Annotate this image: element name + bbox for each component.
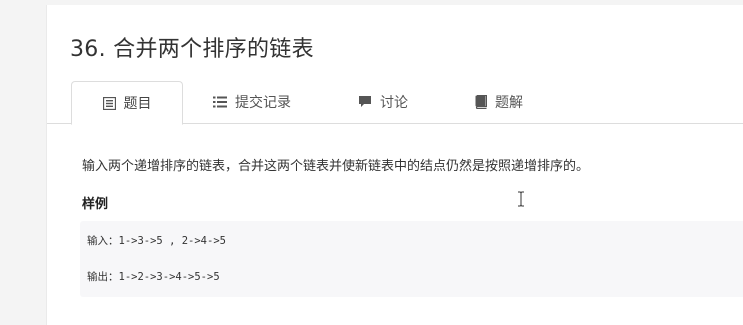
text-cursor-icon [517, 191, 525, 207]
tab-solutions-label: 题解 [495, 94, 523, 111]
tab-submissions[interactable]: 提交记录 [197, 81, 307, 122]
problem-description: 输入两个递增排序的链表，合并这两个链表并使新链表中的结点仍然是按照递增排序的。 [82, 159, 590, 174]
tab-discussion-label: 讨论 [380, 94, 408, 111]
example-output: 输出：1->2->3->4->5->5 [87, 271, 220, 283]
tab-problem[interactable]: 题目 [71, 81, 183, 125]
book-icon [475, 94, 487, 109]
example-heading: 样例 [82, 197, 109, 212]
example-input: 输入：1->3->5 , 2->4->5 [87, 235, 226, 247]
tab-submissions-label: 提交记录 [235, 94, 291, 111]
document-icon [102, 96, 116, 110]
chat-icon [358, 95, 372, 108]
tab-problem-label: 题目 [123, 96, 152, 112]
tab-discussion[interactable]: 讨论 [343, 81, 423, 122]
tab-solutions[interactable]: 题解 [459, 81, 539, 122]
problem-card: 36. 合并两个排序的链表 题目 提交记录 讨论 题解 输入两个递增排序的链表，… [46, 5, 743, 325]
page-title: 36. 合并两个排序的链表 [70, 37, 314, 62]
list-icon [213, 96, 227, 108]
tab-bar: 题目 提交记录 讨论 题解 [47, 81, 743, 125]
example-code-block: 输入：1->3->5 , 2->4->5 输出：1->2->3->4->5->5 [80, 221, 743, 297]
